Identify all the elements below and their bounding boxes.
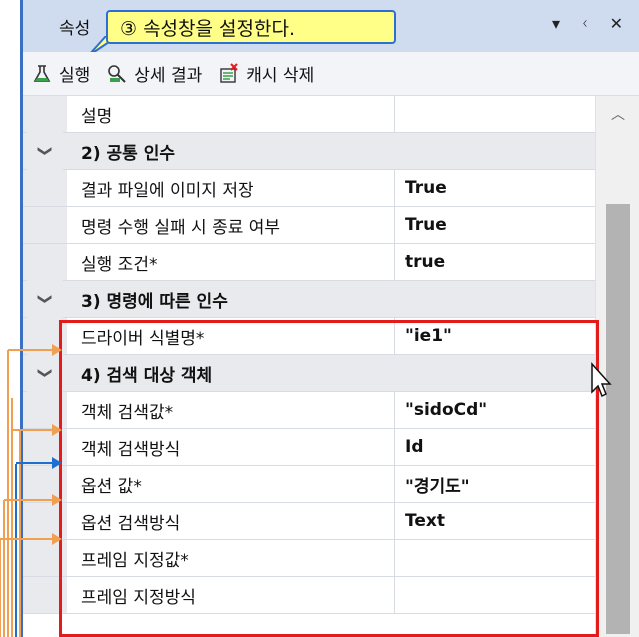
title-controls: ▾ ᚲ ✕	[552, 14, 623, 33]
property-name: 실행 조건*	[67, 244, 395, 280]
instruction-callout: ③ 속성창을 설정한다.	[106, 10, 396, 44]
row-gutter	[23, 244, 67, 280]
row-gutter	[23, 207, 67, 243]
property-row[interactable]: 실행 조건* true	[23, 244, 595, 281]
chevron-down-icon[interactable]: ❯	[27, 277, 63, 321]
pin-icon[interactable]: ᚲ	[580, 14, 590, 33]
category-name: 3) 명령에 따른 인수	[81, 291, 228, 312]
clear-cache-label: 캐시 삭제	[246, 66, 315, 86]
property-value[interactable]: True	[395, 207, 595, 243]
toolbar: 실행 상세 결과 캐시 삭제	[23, 52, 639, 96]
clear-cache-button[interactable]: 캐시 삭제	[218, 61, 314, 86]
property-name: 결과 파일에 이미지 저장	[67, 170, 395, 206]
chevron-down-icon[interactable]: ❯	[27, 351, 63, 395]
mouse-cursor-icon	[591, 362, 612, 398]
property-name: 명령 수행 실패 시 종료 여부	[67, 207, 395, 243]
chevron-down-icon[interactable]: ❯	[27, 129, 63, 173]
property-value[interactable]	[395, 96, 595, 132]
highlight-box	[59, 320, 599, 637]
details-label: 상세 결과	[134, 66, 203, 86]
category-row[interactable]: ❯ 3) 명령에 따른 인수	[23, 277, 595, 321]
property-value[interactable]: True	[395, 170, 595, 206]
flask-icon	[33, 64, 51, 82]
scroll-up-icon[interactable]: ︿	[596, 104, 639, 128]
property-name: 설명	[67, 96, 395, 132]
left-margin	[0, 0, 20, 637]
property-row[interactable]: 결과 파일에 이미지 저장 True	[23, 170, 595, 207]
clear-cache-icon	[220, 62, 238, 83]
property-row[interactable]: 설명	[23, 96, 595, 133]
details-button[interactable]: 상세 결과	[106, 61, 202, 86]
scroll-thumb[interactable]	[606, 204, 630, 634]
close-icon[interactable]: ✕	[610, 14, 623, 33]
property-value[interactable]: true	[395, 244, 595, 280]
run-button[interactable]: 실행	[31, 61, 90, 86]
details-flask-icon	[108, 64, 126, 83]
dropdown-icon[interactable]: ▾	[552, 14, 560, 33]
category-row[interactable]: ❯ 2) 공통 인수	[23, 129, 595, 173]
row-gutter	[23, 170, 67, 206]
category-name: 2) 공통 인수	[81, 143, 175, 164]
property-row[interactable]: 명령 수행 실패 시 종료 여부 True	[23, 207, 595, 244]
run-label: 실행	[59, 66, 91, 86]
row-gutter	[23, 96, 67, 132]
